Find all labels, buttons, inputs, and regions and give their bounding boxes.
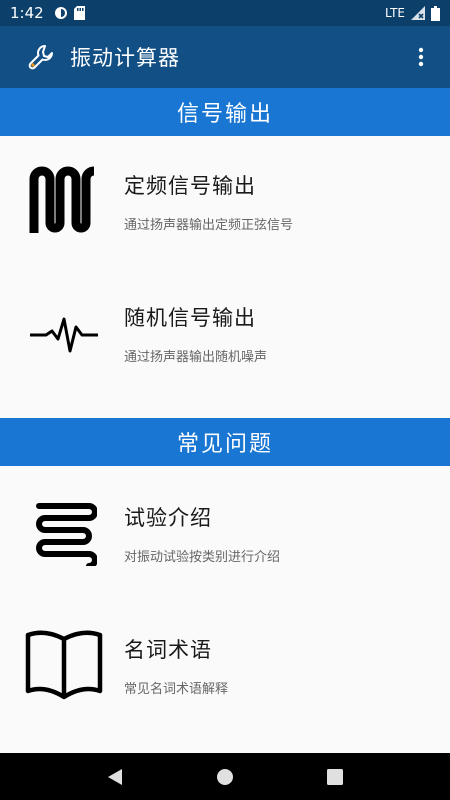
system-nav-bar	[0, 753, 450, 800]
status-time: 1:42	[10, 4, 44, 22]
recents-icon[interactable]	[327, 768, 344, 785]
item-title: 定频信号输出	[124, 173, 256, 198]
app-title: 振动计算器	[70, 46, 180, 70]
item-subtitle: 对振动试验按类别进行介绍	[124, 549, 281, 565]
wrench-icon	[28, 45, 53, 70]
square-wave-icon	[29, 166, 95, 233]
back-icon[interactable]	[107, 768, 123, 786]
more-options-button[interactable]	[406, 37, 436, 77]
notification-app-icon	[54, 7, 67, 19]
item-subtitle: 通过扬声器输出随机噪声	[124, 349, 268, 365]
book-icon	[25, 630, 103, 700]
home-icon[interactable]	[216, 768, 234, 786]
sd-card-icon	[73, 6, 85, 20]
section-header-signal-output: 信号输出	[0, 88, 450, 136]
item-title: 试验介绍	[124, 505, 212, 530]
list-item-test-introduction[interactable]: 试验介绍 对振动试验按类别进行介绍	[0, 468, 450, 598]
list-item-random-signal[interactable]: 随机信号输出 通过扬声器输出随机噪声	[0, 268, 450, 398]
list-item-terminology[interactable]: 名词术语 常见名词术语解释	[0, 600, 450, 730]
coil-icon	[36, 503, 97, 566]
list-item-fixed-frequency-signal[interactable]: 定频信号输出 通过扬声器输出定频正弦信号	[0, 136, 450, 266]
more-vert-icon	[418, 47, 424, 67]
section-header-common-questions: 常见问题	[0, 418, 450, 466]
status-bar: 1:42 LTE	[0, 0, 450, 26]
item-subtitle: 通过扬声器输出定频正弦信号	[124, 217, 294, 233]
item-subtitle: 常见名词术语解释	[124, 681, 229, 697]
item-title: 随机信号输出	[124, 305, 256, 330]
battery-icon	[431, 5, 440, 21]
network-type: LTE	[385, 6, 405, 20]
noise-pulse-icon	[30, 317, 98, 353]
app-bar: 振动计算器	[0, 26, 450, 88]
item-title: 名词术语	[124, 637, 212, 662]
signal-icon	[411, 6, 425, 20]
